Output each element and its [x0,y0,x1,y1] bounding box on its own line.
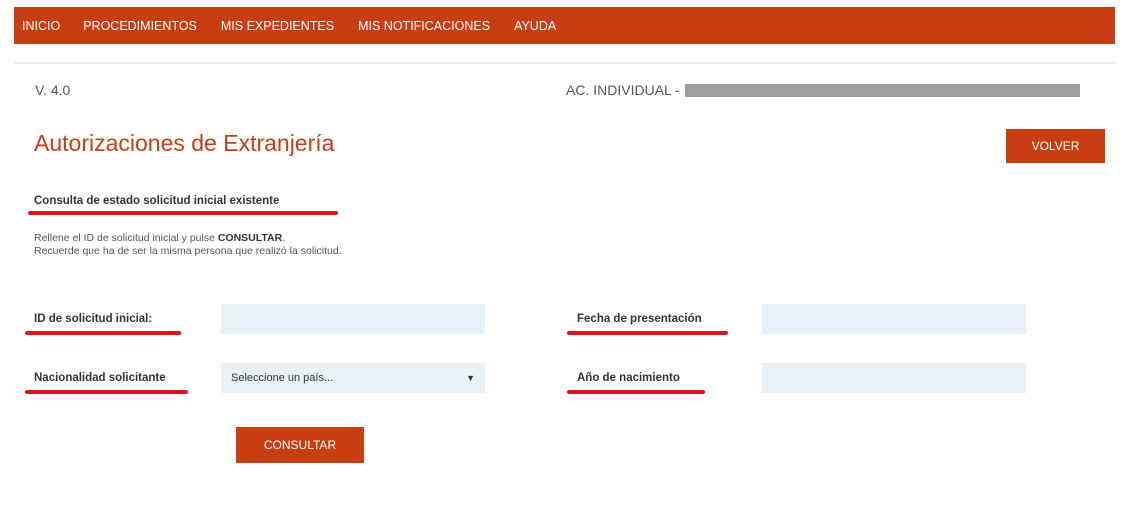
nav-item-mis-notificaciones[interactable]: MIS NOTIFICACIONES [358,19,490,33]
fecha-presentacion-label: Fecha de presentación [577,313,702,325]
instructions-text: Rellene el ID de solicitud inicial y pul… [34,232,342,258]
header-divider [14,62,1115,64]
annotation-underline-anio-label [567,390,705,394]
nav-item-procedimientos[interactable]: PROCEDIMIENTOS [83,19,197,33]
anio-nacimiento-label: Año de nacimiento [577,372,680,384]
id-solicitud-input[interactable] [221,304,485,334]
section-title: Consulta de estado solicitud inicial exi… [34,195,280,207]
annotation-underline-id-label [25,331,181,335]
annotation-underline-section-title [28,211,338,215]
id-solicitud-label: ID de solicitud inicial: [34,313,153,325]
anio-nacimiento-input[interactable] [762,363,1026,393]
version-label: V. 4.0 [35,82,71,98]
nacionalidad-selected-value: Seleccione un país... [231,372,334,384]
account-info: AC. INDIVIDUAL - [566,82,1080,98]
instructions-line-2: Recuerde que ha de ser la misma persona … [34,245,342,257]
annotation-underline-fecha-label [567,331,728,335]
nav-item-inicio[interactable]: INICIO [22,19,60,33]
annotation-underline-nacionalidad-label [25,390,188,394]
redacted-user-name [684,83,1080,97]
consultar-button[interactable]: CONSULTAR [236,427,364,463]
top-navigation-bar: INICIO PROCEDIMIENTOS MIS EXPEDIENTES MI… [14,7,1115,44]
dropdown-arrow-icon: ▼ [466,373,475,383]
instructions-line-1: Rellene el ID de solicitud inicial y pul… [34,232,286,244]
account-type-label: AC. INDIVIDUAL - [566,82,680,98]
nacionalidad-label: Nacionalidad solicitante [34,372,166,384]
nav-item-mis-expedientes[interactable]: MIS EXPEDIENTES [221,19,334,33]
instructions-bold-keyword: CONSULTAR [217,232,283,244]
page-title: Autorizaciones de Extranjería [34,130,335,156]
back-button[interactable]: VOLVER [1006,129,1105,163]
nacionalidad-select[interactable]: Seleccione un país... ▼ [221,363,485,393]
nav-item-ayuda[interactable]: AYUDA [514,19,556,33]
fecha-presentacion-input[interactable] [762,304,1026,334]
